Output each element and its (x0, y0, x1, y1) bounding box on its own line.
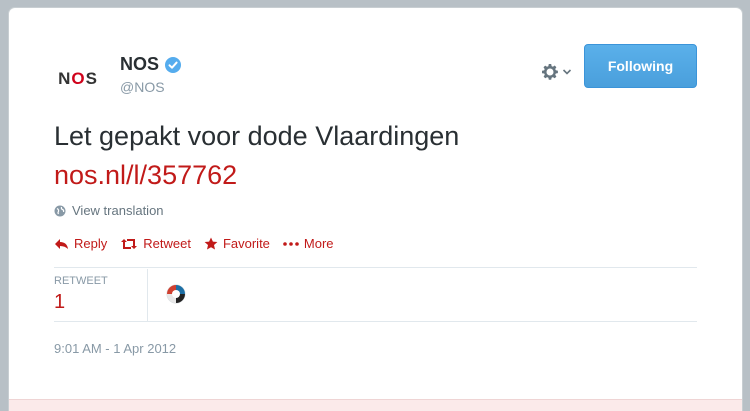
reply-label[interactable]: Reply (74, 236, 107, 251)
following-button[interactable]: Following (584, 44, 697, 88)
chevron-down-icon (562, 69, 572, 75)
reply-box[interactable] (9, 399, 742, 411)
ellipsis-icon (283, 241, 299, 246)
gear-icon (542, 64, 558, 80)
tweet-timestamp[interactable]: 9:01 AM - 1 Apr 2012 (54, 341, 176, 356)
stats-bottom-divider (54, 321, 697, 322)
window-frame: NOS NOS @NOS Following Let gepakt voor d… (0, 0, 750, 411)
more-button[interactable]: More (283, 236, 334, 251)
retweet-count[interactable]: 1 (54, 291, 149, 314)
user-name-text[interactable]: NOS (120, 54, 159, 75)
avatar[interactable]: NOS (52, 53, 104, 105)
favorite-label[interactable]: Favorite (223, 236, 270, 251)
reply-button[interactable]: Reply (54, 236, 107, 251)
tweet-card: NOS NOS @NOS Following Let gepakt voor d… (9, 8, 742, 411)
retweet-button[interactable]: Retweet (120, 236, 191, 251)
favorite-button[interactable]: Favorite (204, 236, 270, 251)
retweet-stat-label: RETWEET (54, 275, 108, 287)
star-icon (204, 237, 218, 250)
view-translation-label[interactable]: View translation (72, 203, 164, 218)
user-name[interactable]: NOS (120, 54, 182, 75)
user-handle[interactable]: @NOS (120, 79, 165, 95)
retweet-icon (121, 238, 138, 249)
nos-logo: NOS (58, 69, 98, 88)
view-translation-link[interactable]: View translation (54, 203, 164, 218)
globe-icon (54, 205, 66, 216)
tweet-actions: Reply Retweet Favorite More (54, 236, 347, 251)
tweet-link[interactable]: nos.nl/l/357762 (54, 157, 237, 194)
stats-separator (147, 269, 148, 321)
reply-icon (55, 238, 68, 249)
verified-badge-icon (165, 56, 182, 73)
retweet-label[interactable]: Retweet (143, 236, 191, 251)
retweeter-avatar[interactable] (166, 284, 186, 304)
gear-menu-button[interactable] (541, 62, 577, 82)
tweet-text: Let gepakt voor dode Vlaardingen (54, 121, 460, 151)
stats-top-divider (54, 267, 697, 268)
retweet-stat[interactable]: RETWEET 1 (54, 269, 149, 321)
more-label[interactable]: More (304, 236, 334, 251)
